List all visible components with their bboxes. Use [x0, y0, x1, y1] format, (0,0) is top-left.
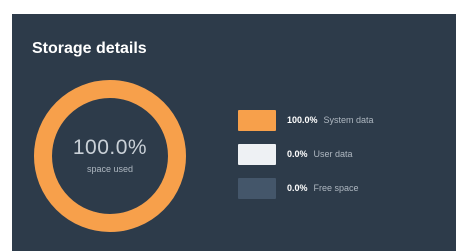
system-data-label: System data — [323, 115, 374, 125]
free-space-swatch — [238, 177, 276, 199]
panel-title: Storage details — [32, 40, 147, 57]
storage-donut-chart: 100.0% space used — [32, 78, 188, 234]
space-used-value: 100.0% — [72, 136, 148, 159]
legend-item-user-data: 0.0% User data — [238, 143, 374, 165]
user-data-label: User data — [313, 149, 353, 159]
space-used-label: space used — [86, 164, 134, 174]
legend-item-system-data: 100.0% System data — [238, 109, 374, 131]
storage-legend: 100.0% System data 0.0% User data 0.0% F… — [238, 109, 374, 211]
system-data-swatch — [238, 109, 276, 131]
legend-item-free-space: 0.0% Free space — [238, 177, 374, 199]
user-data-swatch — [238, 143, 276, 165]
storage-details-panel: Storage details 100.0% space used 100.0%… — [12, 14, 456, 251]
system-data-value: 100.0% — [287, 115, 318, 125]
free-space-label: Free space — [313, 183, 359, 193]
user-data-value: 0.0% — [287, 149, 308, 159]
free-space-value: 0.0% — [287, 183, 308, 193]
